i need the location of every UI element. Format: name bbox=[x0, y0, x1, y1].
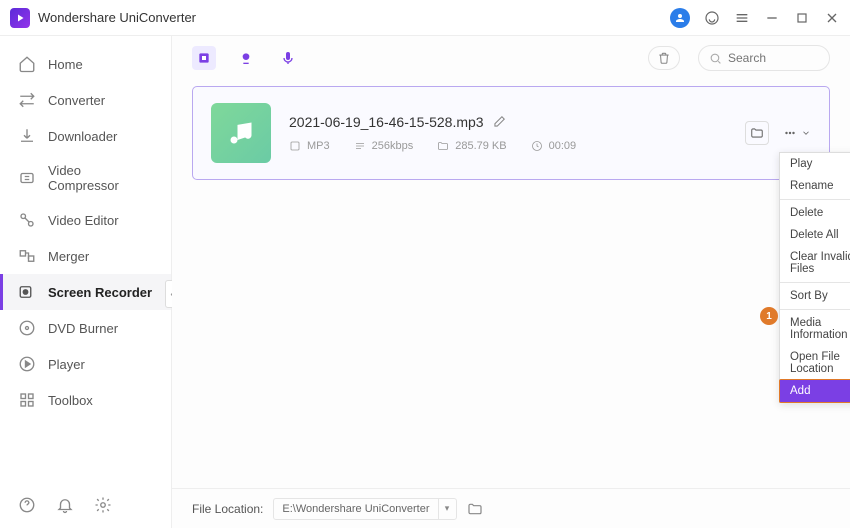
menu-separator bbox=[780, 199, 850, 200]
converter-icon bbox=[18, 91, 36, 109]
menu-separator bbox=[780, 282, 850, 283]
download-icon bbox=[18, 127, 36, 145]
file-location-label: File Location: bbox=[192, 502, 263, 516]
sidebar-item-merger[interactable]: Merger bbox=[0, 238, 171, 274]
menu-item-play[interactable]: Play bbox=[780, 153, 850, 175]
file-thumbnail bbox=[211, 103, 271, 163]
open-location-button[interactable] bbox=[467, 501, 483, 517]
sidebar-item-downloader[interactable]: Downloader bbox=[0, 118, 171, 154]
menu-item-media-info[interactable]: Media Information bbox=[780, 312, 850, 346]
menu-item-clear-invalid[interactable]: Clear Invalid Files bbox=[780, 246, 850, 280]
minimize-button[interactable] bbox=[764, 10, 780, 26]
sidebar-item-label: Converter bbox=[48, 93, 105, 108]
compressor-icon bbox=[18, 169, 36, 187]
menu-item-sort-by[interactable]: Sort By▸ bbox=[780, 285, 850, 307]
more-actions-button[interactable] bbox=[781, 126, 811, 140]
annotation-badge-1: 1 bbox=[760, 307, 778, 325]
close-button[interactable] bbox=[824, 10, 840, 26]
dvd-icon bbox=[18, 319, 36, 337]
merger-icon bbox=[18, 247, 36, 265]
editor-icon bbox=[18, 211, 36, 229]
menu-item-open-location[interactable]: Open File Location bbox=[780, 346, 850, 380]
sidebar-item-home[interactable]: Home bbox=[0, 46, 171, 82]
sidebar-item-label: Downloader bbox=[48, 129, 117, 144]
menu-item-delete[interactable]: Delete bbox=[780, 202, 850, 224]
sidebar-item-toolbox[interactable]: Toolbox bbox=[0, 382, 171, 418]
chevron-down-icon[interactable]: ▾ bbox=[438, 499, 456, 519]
menu-item-delete-all[interactable]: Delete All bbox=[780, 224, 850, 246]
sidebar-item-label: Toolbox bbox=[48, 393, 93, 408]
sidebar-item-label: Player bbox=[48, 357, 85, 372]
trash-button[interactable] bbox=[648, 46, 680, 70]
settings-icon[interactable] bbox=[94, 496, 112, 514]
sidebar: Home Converter Downloader Video Compress… bbox=[0, 36, 172, 528]
sidebar-item-label: Video Editor bbox=[48, 213, 119, 228]
home-icon bbox=[18, 55, 36, 73]
sidebar-item-dvd-burner[interactable]: DVD Burner bbox=[0, 310, 171, 346]
search-input[interactable] bbox=[728, 51, 850, 65]
sidebar-item-converter[interactable]: Converter bbox=[0, 82, 171, 118]
music-icon bbox=[227, 119, 255, 147]
support-icon[interactable] bbox=[704, 10, 720, 26]
search-box[interactable] bbox=[698, 45, 830, 71]
app-logo-icon bbox=[10, 8, 30, 28]
menu-separator bbox=[780, 309, 850, 310]
title-bar: Wondershare UniConverter bbox=[0, 0, 850, 36]
file-location-path: E:\Wondershare UniConverter bbox=[274, 503, 437, 515]
record-screen-button[interactable] bbox=[192, 46, 216, 70]
menu-item-rename[interactable]: Rename bbox=[780, 175, 850, 197]
sidebar-item-label: DVD Burner bbox=[48, 321, 118, 336]
search-icon bbox=[709, 52, 722, 65]
sidebar-item-label: Merger bbox=[48, 249, 89, 264]
chevron-down-icon bbox=[801, 128, 811, 138]
sidebar-item-video-editor[interactable]: Video Editor bbox=[0, 202, 171, 238]
sidebar-item-label: Home bbox=[48, 57, 83, 72]
sidebar-item-compressor[interactable]: Video Compressor bbox=[0, 154, 171, 202]
player-icon bbox=[18, 355, 36, 373]
record-webcam-button[interactable] bbox=[234, 46, 258, 70]
file-meta: MP3 256kbps 285.79 KB 00:09 bbox=[289, 140, 727, 152]
app-title: Wondershare UniConverter bbox=[38, 10, 196, 25]
recorder-icon bbox=[18, 283, 36, 301]
notification-icon[interactable] bbox=[56, 496, 74, 514]
open-folder-button[interactable] bbox=[745, 121, 769, 145]
sidebar-item-screen-recorder[interactable]: Screen Recorder bbox=[0, 274, 171, 310]
user-avatar[interactable] bbox=[670, 8, 690, 28]
maximize-button[interactable] bbox=[794, 10, 810, 26]
sidebar-item-label: Screen Recorder bbox=[48, 285, 152, 300]
sidebar-item-player[interactable]: Player bbox=[0, 346, 171, 382]
menu-item-add[interactable]: Add▸ bbox=[780, 380, 850, 402]
file-card[interactable]: 2021-06-19_16-46-15-528.mp3 MP3 256kbps … bbox=[192, 86, 830, 180]
toolbar bbox=[172, 36, 850, 80]
sidebar-item-label: Video Compressor bbox=[48, 163, 153, 193]
menu-icon[interactable] bbox=[734, 10, 750, 26]
footer: File Location: E:\Wondershare UniConvert… bbox=[172, 488, 850, 528]
app-logo-area: Wondershare UniConverter bbox=[10, 8, 196, 28]
help-icon[interactable] bbox=[18, 496, 36, 514]
file-location-select[interactable]: E:\Wondershare UniConverter ▾ bbox=[273, 498, 456, 520]
rename-icon[interactable] bbox=[492, 115, 506, 129]
context-menu: Play Rename Delete Delete All Clear Inva… bbox=[779, 152, 850, 403]
file-name: 2021-06-19_16-46-15-528.mp3 bbox=[289, 114, 484, 130]
toolbox-icon bbox=[18, 391, 36, 409]
record-audio-button[interactable] bbox=[276, 46, 300, 70]
